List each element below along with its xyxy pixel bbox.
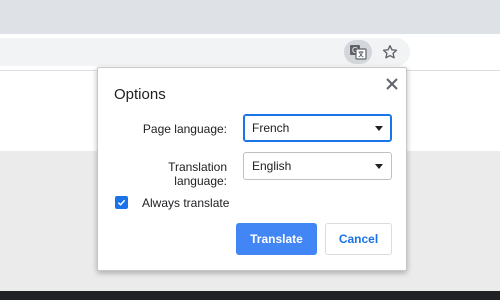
- page-language-value: French: [252, 121, 290, 135]
- tab-strip: [0, 0, 500, 34]
- bubble-title: Options: [114, 86, 166, 103]
- translation-language-label: Translation language:: [168, 160, 227, 188]
- chevron-down-icon: [375, 164, 383, 169]
- translation-language-select[interactable]: English: [243, 152, 392, 180]
- chevron-down-icon: [375, 126, 383, 131]
- always-translate-checkbox[interactable]: [115, 196, 128, 209]
- translate-page-button[interactable]: G: [344, 40, 372, 64]
- page-language-label: Page language:: [142, 122, 227, 136]
- close-icon: [386, 78, 398, 90]
- page-footer-bar: [0, 291, 500, 300]
- translation-language-value: English: [252, 159, 292, 173]
- star-icon: [382, 45, 398, 59]
- checkmark-icon: [117, 199, 126, 206]
- translate-options-bubble: Options Page language: French Translatio…: [97, 67, 407, 271]
- cancel-button[interactable]: Cancel: [325, 223, 392, 255]
- always-translate-label: Always translate: [142, 196, 230, 210]
- translate-button[interactable]: Translate: [236, 223, 317, 255]
- translate-icon: G: [350, 45, 367, 60]
- bookmark-button[interactable]: [378, 40, 402, 64]
- page-language-select[interactable]: French: [243, 114, 392, 142]
- close-button[interactable]: [384, 76, 400, 92]
